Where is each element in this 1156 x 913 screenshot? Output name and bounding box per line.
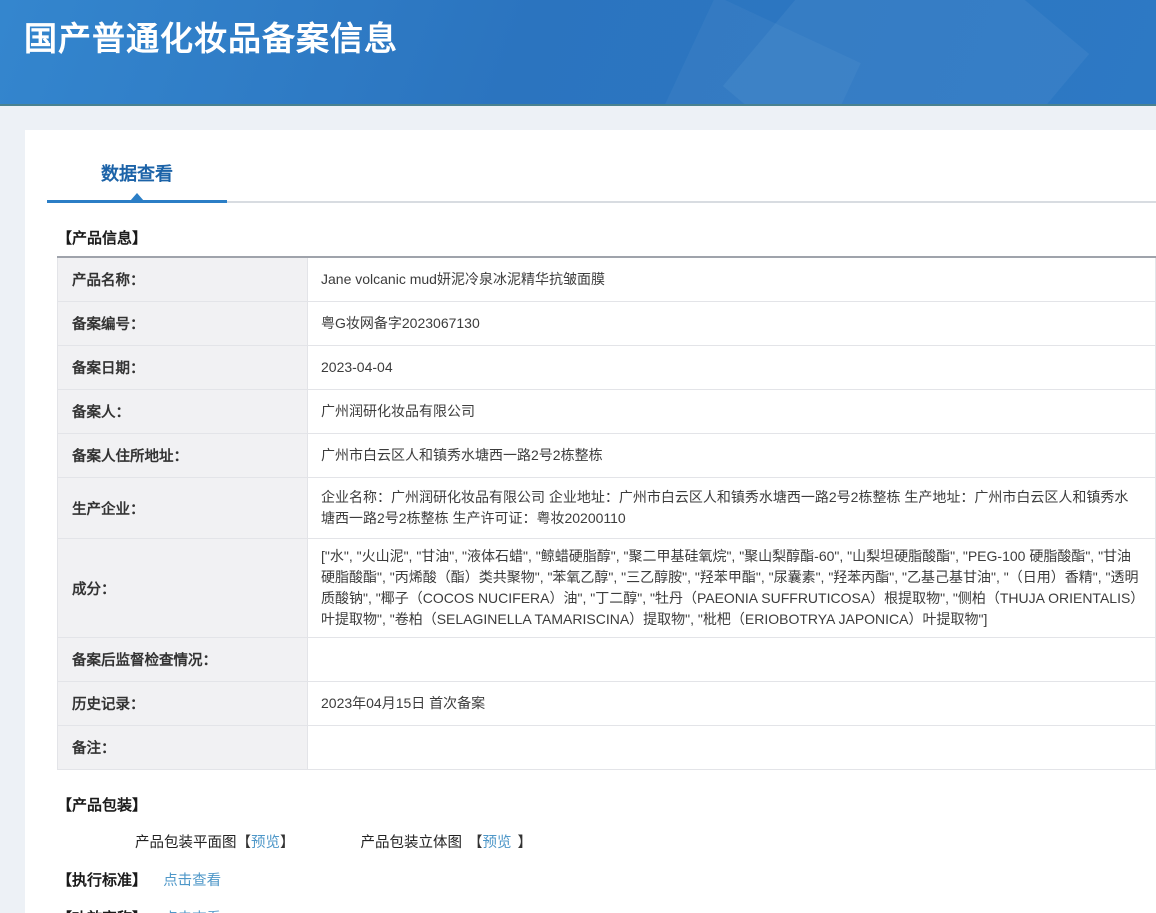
bracket-close: 】 [280, 835, 295, 851]
table-row: 备案日期：2023-04-04 [58, 346, 1156, 390]
row-label: 备案人： [58, 390, 308, 434]
row-value: 2023年04月15日 首次备案 [308, 682, 1156, 726]
efficacy-claim-row: 【功效宣称】 点击查看 [57, 907, 1156, 913]
tab-bar: 数据查看 [47, 130, 1156, 203]
tab-active-triangle-icon [130, 193, 144, 201]
row-label: 历史记录： [58, 682, 308, 726]
row-label: 生产企业： [58, 478, 308, 539]
bracket-open: 【 [468, 835, 483, 851]
packaging-row: 产品包装平面图【预览】 产品包装立体图【预览】 [135, 831, 1156, 852]
packaging-item-flat: 产品包装平面图【预览】 [135, 831, 295, 852]
product-info-table: 产品名称：Jane volcanic mud妍泥冷泉冰泥精华抗皱面膜备案编号：粤… [57, 256, 1156, 770]
section-title-product-info: 【产品信息】 [57, 227, 1156, 248]
row-label: 备注： [58, 726, 308, 770]
section-title-execution-standard: 【执行标准】 [57, 872, 147, 889]
table-row: 生产企业：企业名称：广州润研化妆品有限公司 企业地址：广州市白云区人和镇秀水塘西… [58, 478, 1156, 539]
table-row: 备案后监督检查情况： [58, 638, 1156, 682]
row-label: 备案人住所地址： [58, 434, 308, 478]
section-title-packaging: 【产品包装】 [57, 794, 1156, 815]
content-card: 数据查看 【产品信息】 产品名称：Jane volcanic mud妍泥冷泉冰泥… [25, 130, 1156, 913]
row-label: 备案日期： [58, 346, 308, 390]
packaging-3d-preview-link[interactable]: 预览 [483, 835, 512, 851]
row-value: 粤G妆网备字2023067130 [308, 302, 1156, 346]
page-header: 国产普通化妆品备案信息 [0, 0, 1156, 106]
row-label: 产品名称： [58, 257, 308, 302]
bracket-close: 】 [518, 835, 533, 851]
row-value: 广州市白云区人和镇秀水塘西一路2号2栋整栋 [308, 434, 1156, 478]
row-value: 广州润研化妆品有限公司 [308, 390, 1156, 434]
row-value: Jane volcanic mud妍泥冷泉冰泥精华抗皱面膜 [308, 257, 1156, 302]
row-label: 备案编号： [58, 302, 308, 346]
tab-data-view-label: 数据查看 [101, 164, 173, 184]
tab-data-view[interactable]: 数据查看 [47, 160, 227, 201]
row-value: ["水", "火山泥", "甘油", "液体石蜡", "鲸蜡硬脂醇", "聚二甲… [308, 539, 1156, 638]
row-label: 备案后监督检查情况： [58, 638, 308, 682]
table-row: 备注： [58, 726, 1156, 770]
row-label: 成分： [58, 539, 308, 638]
row-value: 企业名称：广州润研化妆品有限公司 企业地址：广州市白云区人和镇秀水塘西一路2号2… [308, 478, 1156, 539]
execution-standard-row: 【执行标准】 点击查看 [57, 869, 1156, 890]
packaging-flat-label: 产品包装平面图 [135, 835, 237, 851]
packaging-flat-preview-link[interactable]: 预览 [251, 835, 280, 851]
row-value: 2023-04-04 [308, 346, 1156, 390]
row-value [308, 726, 1156, 770]
bracket-open: 【 [237, 835, 252, 851]
packaging-item-3d: 产品包装立体图【预览】 [361, 831, 533, 852]
table-row: 历史记录：2023年04月15日 首次备案 [58, 682, 1156, 726]
table-row: 成分：["水", "火山泥", "甘油", "液体石蜡", "鲸蜡硬脂醇", "… [58, 539, 1156, 638]
table-row: 产品名称：Jane volcanic mud妍泥冷泉冰泥精华抗皱面膜 [58, 257, 1156, 302]
row-value [308, 638, 1156, 682]
execution-standard-view-link[interactable]: 点击查看 [163, 873, 221, 889]
product-info-table-body: 产品名称：Jane volcanic mud妍泥冷泉冰泥精华抗皱面膜备案编号：粤… [58, 257, 1156, 770]
table-row: 备案人住所地址：广州市白云区人和镇秀水塘西一路2号2栋整栋 [58, 434, 1156, 478]
packaging-3d-label: 产品包装立体图 [361, 835, 463, 851]
table-row: 备案人：广州润研化妆品有限公司 [58, 390, 1156, 434]
table-row: 备案编号：粤G妆网备字2023067130 [58, 302, 1156, 346]
